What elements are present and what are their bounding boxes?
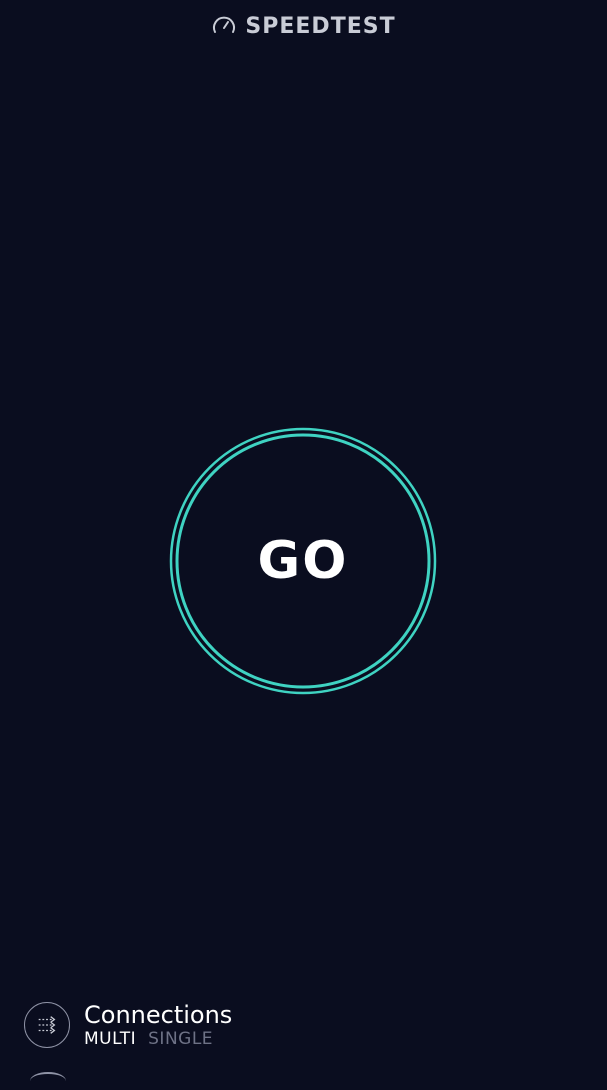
connection-mode-toggle: MULTI SINGLE — [84, 1030, 232, 1048]
go-button-container: GO — [168, 426, 438, 696]
mode-multi-option[interactable]: MULTI — [84, 1030, 136, 1048]
partial-icon — [30, 1072, 66, 1090]
mode-single-option[interactable]: SINGLE — [148, 1030, 213, 1048]
speedometer-icon — [211, 13, 237, 39]
connections-text: Connections MULTI SINGLE — [84, 1003, 232, 1048]
go-button[interactable]: GO — [168, 426, 438, 696]
multi-connections-icon[interactable] — [24, 1002, 70, 1048]
app-title: SPEEDTEST — [245, 13, 396, 39]
app-header: SPEEDTEST — [0, 10, 607, 42]
go-label: GO — [257, 531, 349, 591]
connections-setting: Connections MULTI SINGLE — [24, 1000, 232, 1050]
connections-title: Connections — [84, 1000, 233, 1029]
